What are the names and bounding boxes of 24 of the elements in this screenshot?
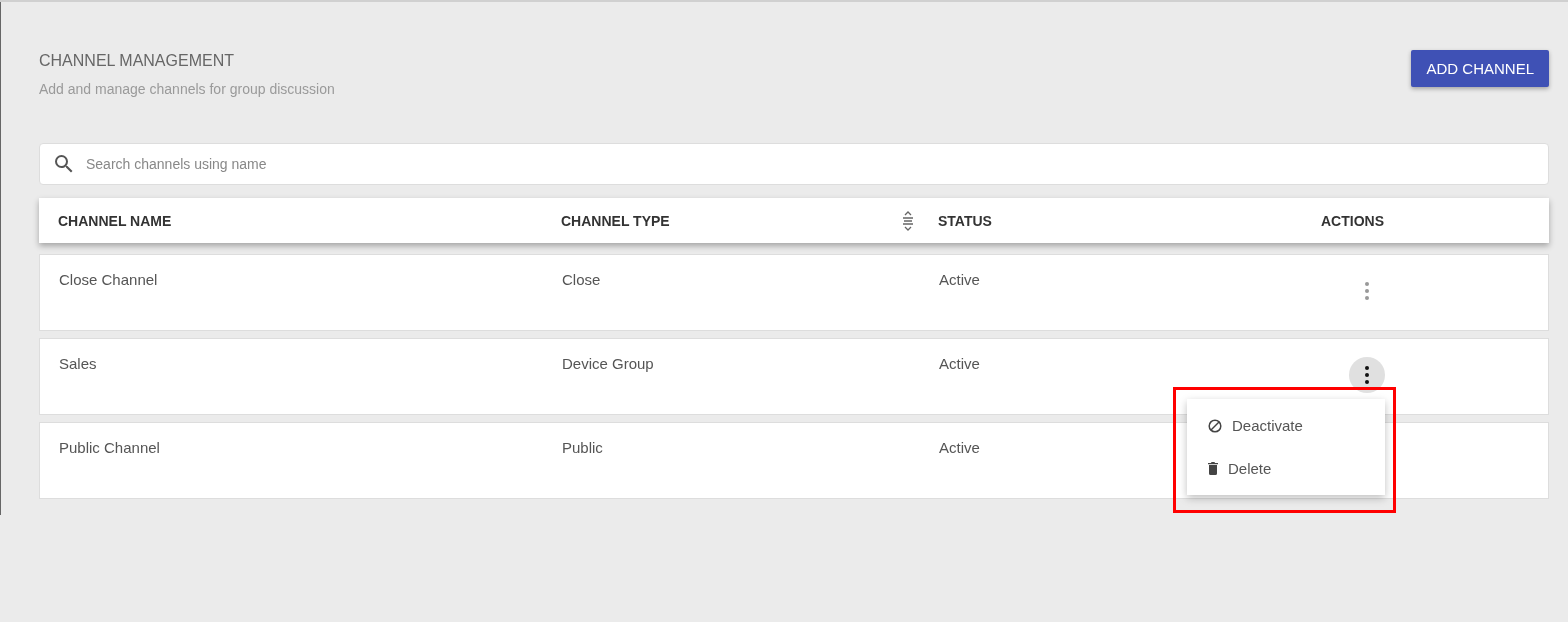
column-header: CHANNEL NAME (58, 212, 172, 229)
channel-status: Active (939, 439, 980, 456)
sort-icon[interactable] (900, 210, 916, 231)
channel-name: Close Channel (59, 271, 158, 288)
channel-status: Active (939, 355, 980, 372)
more-vertical-icon (1365, 282, 1369, 300)
block-icon (1208, 418, 1222, 433)
channel-type: Public (562, 439, 603, 456)
column-header: STATUS (938, 212, 992, 229)
add-channel-button[interactable]: ADD CHANNEL (1411, 50, 1549, 87)
more-vertical-icon (1365, 366, 1369, 384)
channel-name: Sales (59, 355, 97, 372)
search-bar[interactable]: Search channels using name (39, 143, 1549, 185)
menu-item[interactable]: Delete (1187, 447, 1385, 490)
channel-type: Close (562, 271, 601, 288)
column-header: ACTIONS (1321, 212, 1384, 229)
channel-status: Active (939, 271, 980, 288)
channel-type: Device Group (562, 355, 654, 372)
trash-icon (1208, 462, 1218, 475)
menu-item[interactable]: Deactivate (1187, 404, 1385, 447)
channel-name: Public Channel (59, 439, 160, 456)
page-subtitle: Add and manage channels for group discussion (39, 81, 335, 97)
column-header: CHANNEL TYPE (561, 212, 670, 229)
page-title: CHANNEL MANAGEMENT (39, 52, 235, 70)
